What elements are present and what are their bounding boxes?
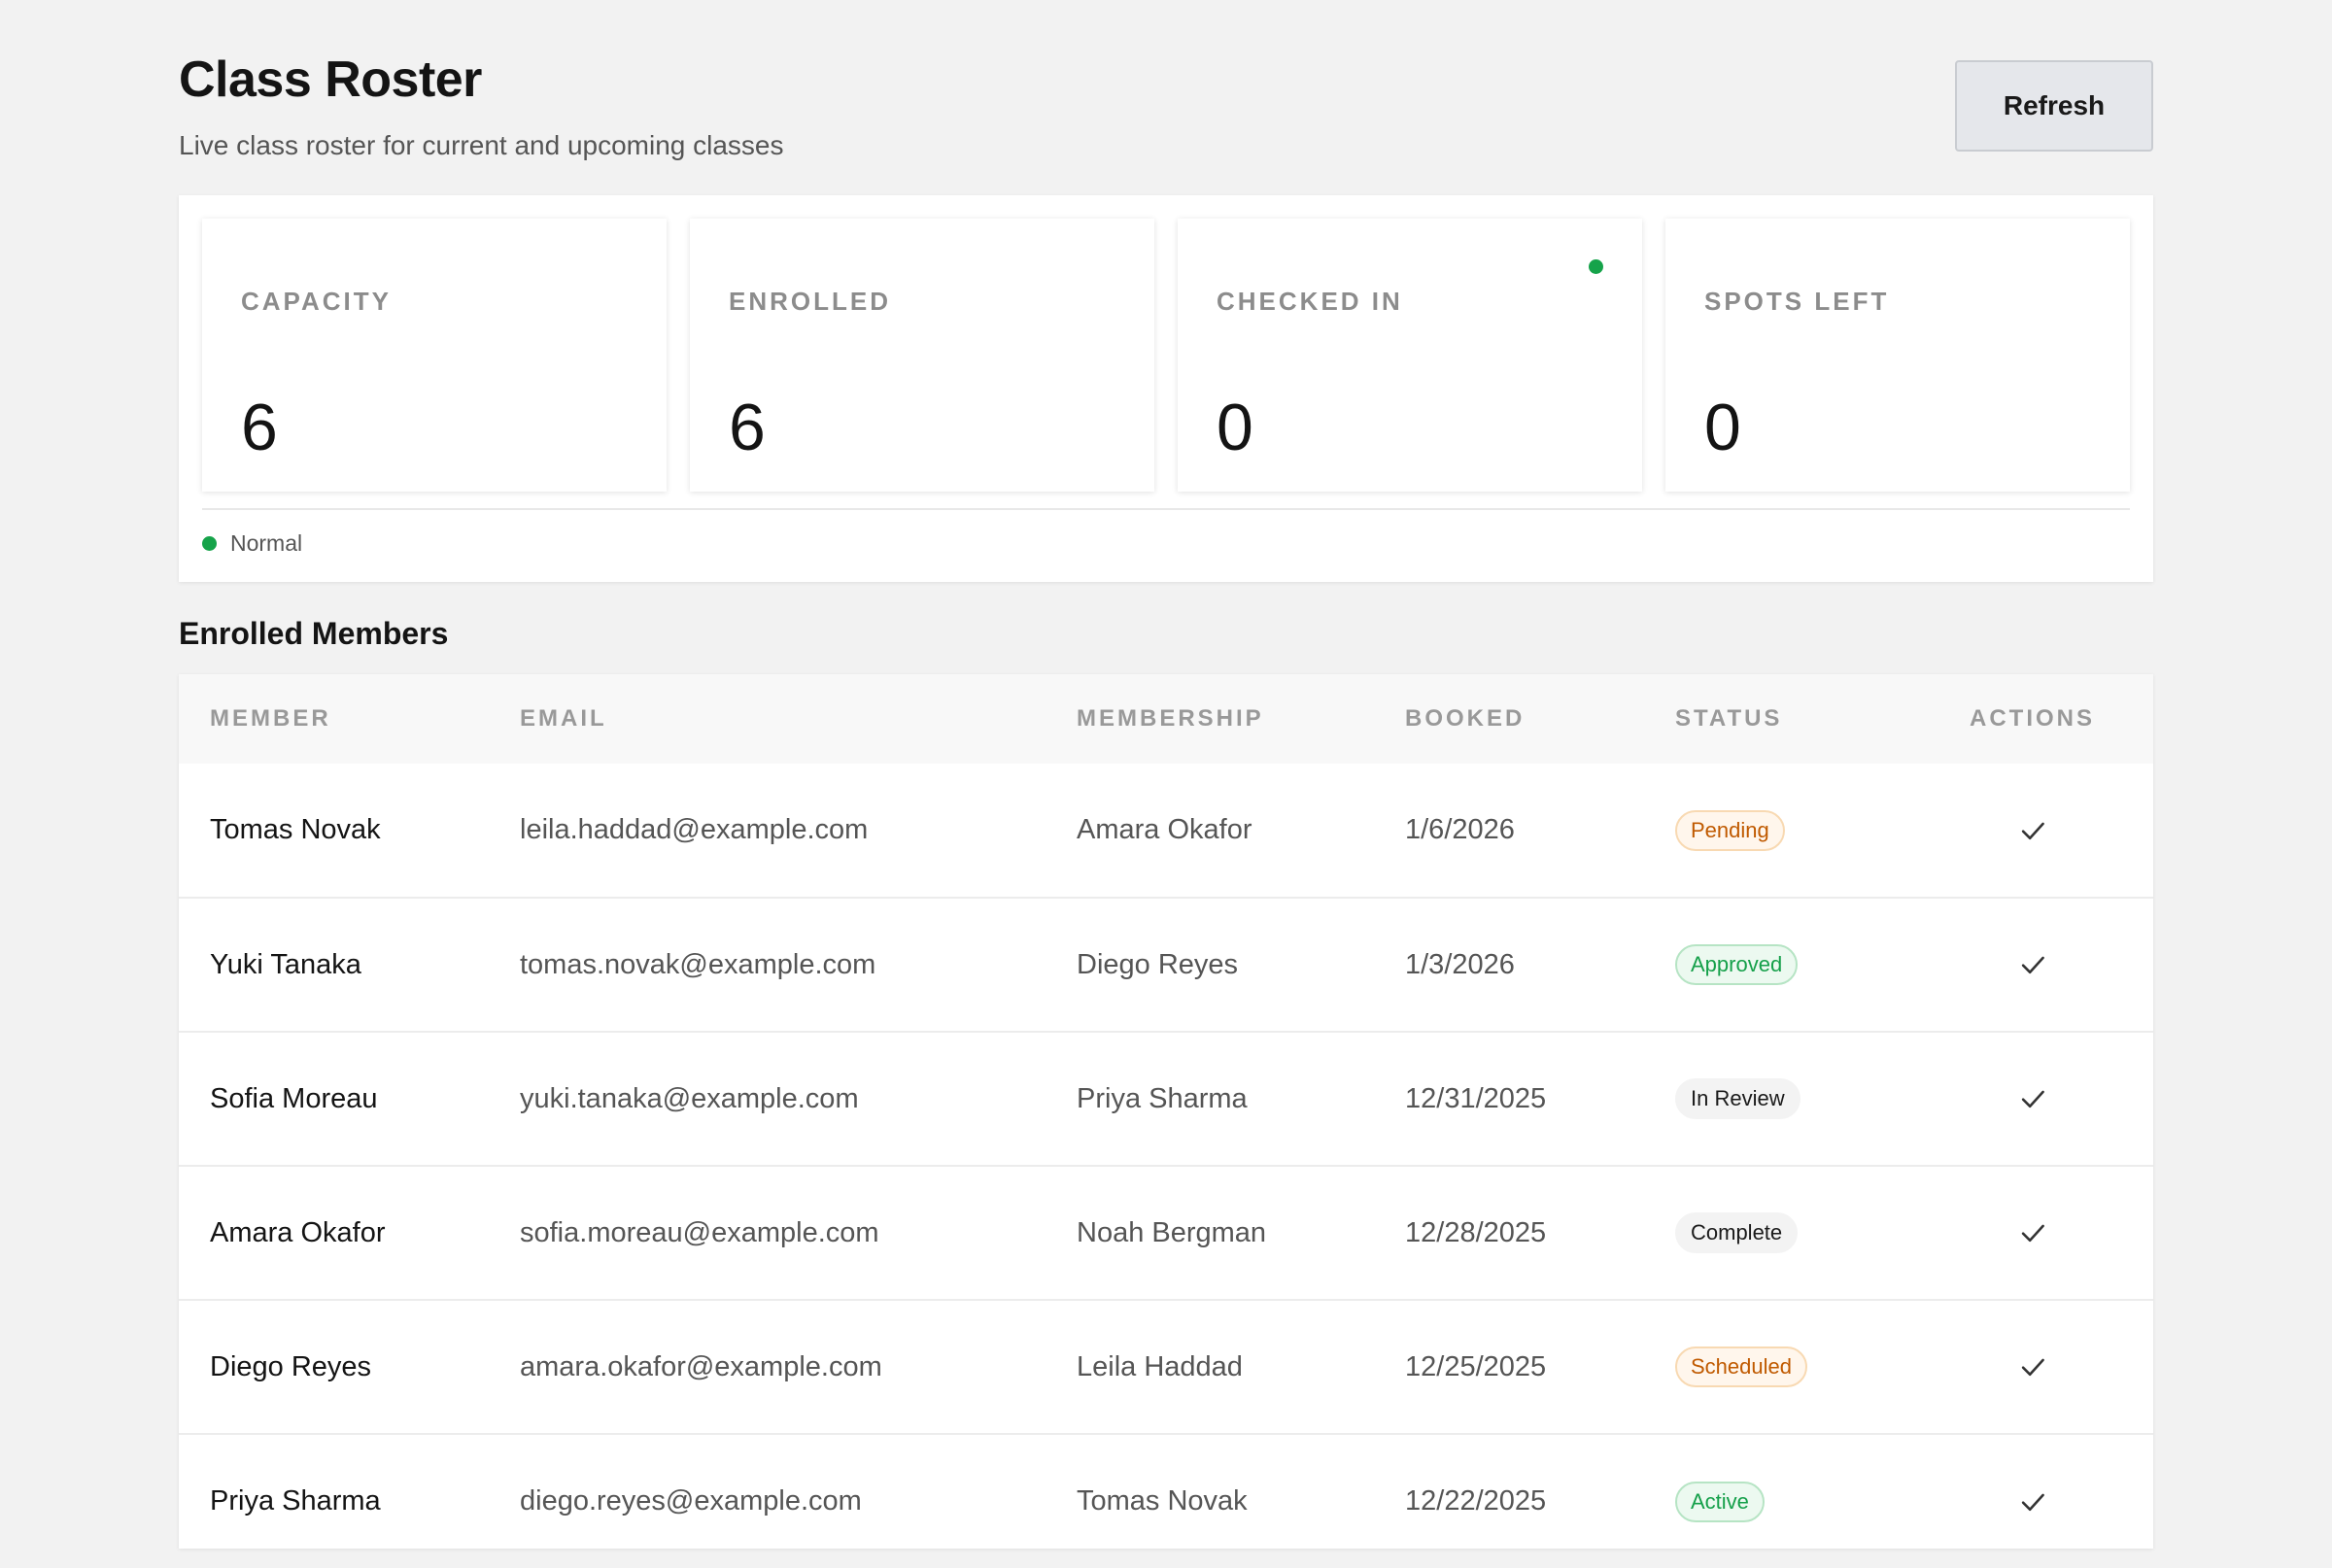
status-badge: Complete xyxy=(1675,1212,1799,1253)
table-row: Diego Reyes amara.okafor@example.com Leila… xyxy=(179,1300,2153,1434)
member-name: Tomas Novak xyxy=(210,814,381,845)
actions-cell xyxy=(1911,1166,2153,1300)
status-cell: Pending xyxy=(1644,764,1911,898)
stat-card-capacity: CAPACITY 6 xyxy=(202,219,667,492)
actions-cell xyxy=(1911,764,2153,898)
stats-divider xyxy=(202,508,2130,510)
stat-value-checked-in: 0 xyxy=(1217,391,1253,464)
membership-name: Priya Sharma xyxy=(1077,1082,1248,1114)
stats-status-indicator: Normal xyxy=(202,528,302,558)
member-email: amara.okafor@example.com xyxy=(520,1350,882,1382)
booked-date: 1/3/2026 xyxy=(1405,948,1515,980)
check-icon[interactable] xyxy=(2016,814,2049,847)
stat-label-spots-left: SPOTS LEFT xyxy=(1704,287,1890,316)
members-table: MEMBER EMAIL MEMBERSHIP BOOKED STATUS AC… xyxy=(179,674,2153,1568)
column-header-membership: MEMBERSHIP xyxy=(1077,705,1264,732)
member-email: tomas.novak@example.com xyxy=(520,948,876,980)
column-header-member: MEMBER xyxy=(210,705,331,732)
membership-name: Diego Reyes xyxy=(1077,948,1239,980)
table-header: MEMBER EMAIL MEMBERSHIP BOOKED STATUS AC… xyxy=(179,674,2153,764)
member-email: leila.haddad@example.com xyxy=(520,814,869,845)
check-icon[interactable] xyxy=(2016,1485,2049,1518)
member-name: Yuki Tanaka xyxy=(210,948,361,980)
column-header-booked: BOOKED xyxy=(1405,705,1526,732)
page-subtitle: Live class roster for current and upcomi… xyxy=(179,130,784,160)
table-row: Priya Sharma diego.reyes@example.com Tomas… xyxy=(179,1434,2153,1568)
status-dot-icon xyxy=(1589,259,1603,274)
status-badge: Pending xyxy=(1675,809,1785,851)
table-row: Amara Okafor sofia.moreau@example.com Noah… xyxy=(179,1166,2153,1300)
stat-card-enrolled: ENROLLED 6 xyxy=(690,219,1154,492)
check-icon[interactable] xyxy=(2016,948,2049,981)
check-icon[interactable] xyxy=(2016,1216,2049,1249)
booked-date: 1/6/2026 xyxy=(1405,814,1515,845)
status-cell: Scheduled xyxy=(1644,1300,1911,1434)
stat-value-enrolled: 6 xyxy=(729,391,766,464)
actions-cell xyxy=(1911,1434,2153,1568)
page-title: Class Roster xyxy=(179,51,482,108)
table-row: Tomas Novak leila.haddad@example.com Amara… xyxy=(179,764,2153,898)
column-header-actions: ACTIONS xyxy=(1970,705,2095,732)
member-name: Priya Sharma xyxy=(210,1485,381,1517)
table-body: Tomas Novak leila.haddad@example.com Amara… xyxy=(179,764,2153,1568)
check-icon[interactable] xyxy=(2016,1350,2049,1383)
section-title-enrolled-members: Enrolled Members xyxy=(179,616,449,651)
booked-date: 12/31/2025 xyxy=(1405,1082,1547,1114)
status-cell: Active xyxy=(1644,1434,1911,1568)
table-header-row: MEMBER EMAIL MEMBERSHIP BOOKED STATUS AC… xyxy=(179,674,2153,764)
class-roster-page: Class Roster Live class roster for curre… xyxy=(179,0,2153,1549)
column-header-status: STATUS xyxy=(1675,705,1783,732)
booked-date: 12/22/2025 xyxy=(1405,1485,1547,1517)
stat-value-capacity: 6 xyxy=(241,391,278,464)
status-cell: Approved xyxy=(1644,898,1911,1032)
member-email: diego.reyes@example.com xyxy=(520,1485,862,1517)
stat-card-spots-left: SPOTS LEFT 0 xyxy=(1665,219,2130,492)
stat-card-checked-in: CHECKED IN 0 xyxy=(1178,219,1642,492)
member-email: sofia.moreau@example.com xyxy=(520,1216,879,1248)
booked-date: 12/25/2025 xyxy=(1405,1350,1547,1382)
status-cell: In Review xyxy=(1644,1032,1911,1166)
actions-cell xyxy=(1911,1032,2153,1166)
refresh-button[interactable]: Refresh xyxy=(1955,60,2153,152)
status-badge: Approved xyxy=(1675,944,1799,985)
member-email: yuki.tanaka@example.com xyxy=(520,1082,859,1114)
actions-cell xyxy=(1911,898,2153,1032)
status-badge: In Review xyxy=(1675,1078,1800,1119)
actions-cell xyxy=(1911,1300,2153,1434)
status-badge: Active xyxy=(1675,1481,1765,1522)
membership-name: Leila Haddad xyxy=(1077,1350,1243,1382)
stat-label-checked-in: CHECKED IN xyxy=(1217,287,1403,316)
stat-label-enrolled: ENROLLED xyxy=(729,287,891,316)
column-header-email: EMAIL xyxy=(520,705,607,732)
stat-value-spots-left: 0 xyxy=(1704,391,1741,464)
status-dot-icon xyxy=(202,535,217,551)
membership-name: Amara Okafor xyxy=(1077,814,1252,845)
status-cell: Complete xyxy=(1644,1166,1911,1300)
member-name: Sofia Moreau xyxy=(210,1082,378,1114)
table-row: Yuki Tanaka tomas.novak@example.com Diego … xyxy=(179,898,2153,1032)
members-table-panel: MEMBER EMAIL MEMBERSHIP BOOKED STATUS AC… xyxy=(179,674,2153,1549)
stat-label-capacity: CAPACITY xyxy=(241,287,392,316)
member-name: Amara Okafor xyxy=(210,1216,386,1248)
table-row: Sofia Moreau yuki.tanaka@example.com Priya… xyxy=(179,1032,2153,1166)
page-header: Class Roster Live class roster for curre… xyxy=(179,0,2153,194)
member-name: Diego Reyes xyxy=(210,1350,372,1382)
check-icon[interactable] xyxy=(2016,1082,2049,1115)
stats-panel: CAPACITY 6 ENROLLED 6 CHECKED IN 0 SPOTS… xyxy=(179,195,2153,582)
booked-date: 12/28/2025 xyxy=(1405,1216,1547,1248)
status-text: Normal xyxy=(230,529,303,556)
membership-name: Tomas Novak xyxy=(1077,1485,1248,1517)
status-badge: Scheduled xyxy=(1675,1346,1807,1387)
membership-name: Noah Bergman xyxy=(1077,1216,1267,1248)
